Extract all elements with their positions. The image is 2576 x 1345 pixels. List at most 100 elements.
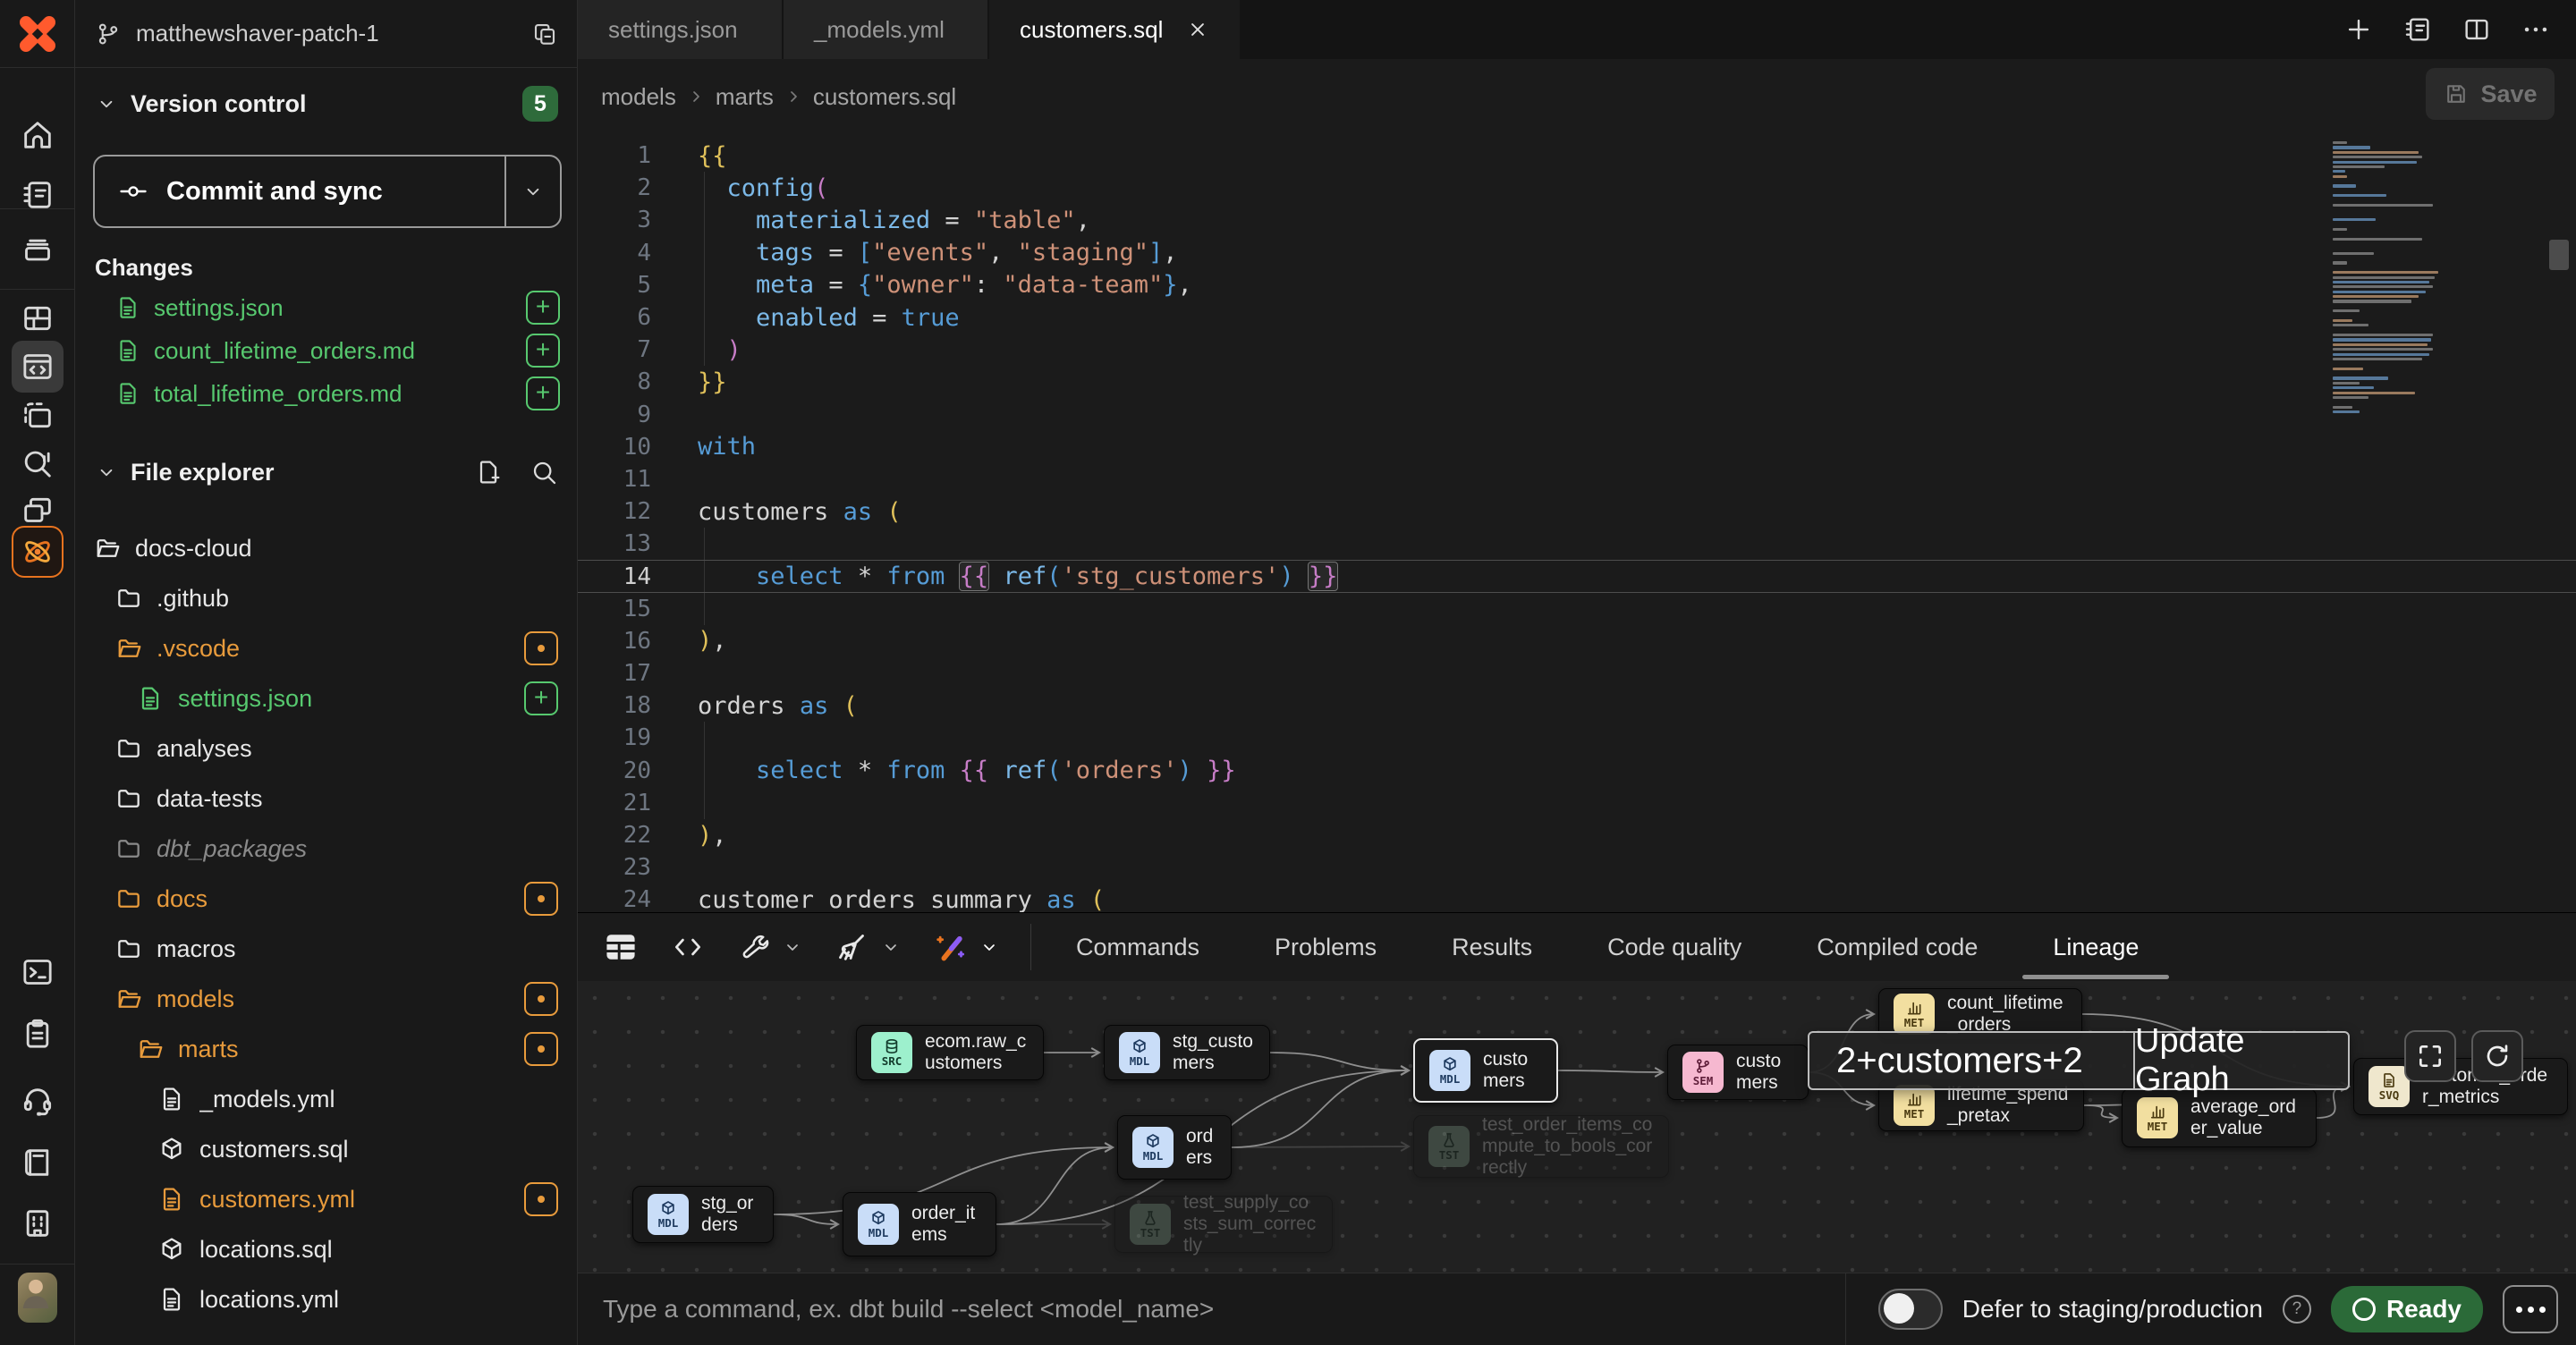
lineage-node-stg_orders[interactable]: MDL stg_orders [632, 1186, 774, 1243]
code-window-icon[interactable] [12, 341, 64, 393]
book-icon[interactable] [18, 1143, 57, 1182]
panel-tab-code-quality[interactable]: Code quality [1570, 913, 1779, 981]
panel-tab-commands[interactable]: Commands [1038, 913, 1237, 981]
panel-tab-compiled-code[interactable]: Compiled code [1779, 913, 2015, 981]
code-icon[interactable] [671, 930, 705, 964]
clipboard-icon[interactable] [18, 1014, 57, 1053]
new-tab-icon[interactable] [2343, 14, 2374, 45]
lineage-selector-input[interactable]: 2+customers+2 [1809, 1033, 2133, 1088]
commit-and-sync-button[interactable]: Commit and sync [93, 155, 562, 228]
table-icon[interactable] [601, 927, 640, 967]
lineage-node-customer_order_metrics[interactable]: SVQ customer_order_metrics [2353, 1058, 2568, 1115]
terminal-icon[interactable] [18, 952, 57, 992]
refresh-graph-button[interactable] [2471, 1030, 2523, 1082]
home-icon[interactable] [18, 115, 57, 155]
tree-item-dbt_packages[interactable]: dbt_packages [75, 824, 578, 874]
tree-item-macros[interactable]: macros [75, 924, 578, 974]
building-icon[interactable] [18, 1204, 57, 1243]
code-line[interactable]: 3 materialized = "table", [578, 204, 2576, 236]
tree-item-docs[interactable]: docs [75, 874, 578, 924]
help-icon[interactable]: ? [2283, 1295, 2311, 1324]
fullscreen-button[interactable] [2404, 1030, 2456, 1082]
panel-tab-lineage[interactable]: Lineage [2015, 913, 2176, 981]
code-line[interactable]: 4 tags = ["events", "staging"], [578, 237, 2576, 269]
code-line[interactable]: 17 [578, 657, 2576, 689]
magic-wand-icon[interactable] [932, 929, 968, 965]
search-icon[interactable] [530, 458, 558, 486]
lineage-node-raw_customers[interactable]: SRC ecom.raw_customers [856, 1025, 1044, 1080]
lineage-node-orders[interactable]: MDL orders [1117, 1115, 1232, 1180]
editor-scrollbar[interactable] [2549, 240, 2569, 270]
code-line[interactable]: 23 [578, 851, 2576, 884]
lineage-node-stg_customers[interactable]: MDL stg_customers [1104, 1025, 1270, 1080]
lineage-node-test_supply[interactable]: TST test_supply_costs_sum_correctly [1114, 1196, 1333, 1253]
tree-item-.vscode[interactable]: .vscode [75, 623, 578, 673]
code-line[interactable]: 18orders as ( [578, 689, 2576, 722]
panel-tab-problems[interactable]: Problems [1237, 913, 1414, 981]
tree-item-locations.sql[interactable]: locations.sql [75, 1224, 578, 1274]
file-explorer-header[interactable]: File explorer [95, 458, 558, 486]
tree-item-locations.yml[interactable]: locations.yml [75, 1274, 578, 1324]
close-icon[interactable] [1186, 18, 1209, 41]
archive-icon[interactable] [18, 231, 57, 270]
defer-toggle[interactable] [1878, 1289, 1943, 1330]
code-line[interactable]: 16), [578, 625, 2576, 657]
code-line[interactable]: 15 [578, 593, 2576, 625]
tree-item-models[interactable]: models [75, 974, 578, 1024]
minimap[interactable] [2333, 141, 2512, 427]
tree-item-customers.yml[interactable]: customers.yml [75, 1174, 578, 1224]
code-line[interactable]: 21 [578, 787, 2576, 819]
lineage-node-customers_sem[interactable]: SEM customers [1667, 1045, 1809, 1100]
lineage-canvas[interactable]: SRC ecom.raw_customers MDL stg_customers… [578, 981, 2576, 1273]
lineage-node-customers_mdl[interactable]: MDL customers [1413, 1038, 1558, 1103]
code-line[interactable]: 1{{ [578, 140, 2576, 172]
tree-item-docs-cloud[interactable]: docs-cloud [75, 523, 578, 573]
lineage-node-test_order_items[interactable]: TST test_order_items_compute_to_bools_co… [1413, 1115, 1669, 1178]
code-line[interactable]: 6 enabled = true [578, 301, 2576, 334]
chevron-down-icon[interactable] [880, 936, 902, 958]
tree-item-data-tests[interactable]: data-tests [75, 774, 578, 824]
windows-icon[interactable] [18, 490, 57, 529]
code-line[interactable]: 7 ) [578, 334, 2576, 366]
grid-icon[interactable] [18, 299, 57, 338]
tree-item-.github[interactable]: .github [75, 573, 578, 623]
atom-icon[interactable] [12, 526, 64, 578]
code-line[interactable]: 19 [578, 722, 2576, 754]
new-file-icon[interactable] [474, 458, 503, 486]
code-line[interactable]: 2 config( [578, 172, 2576, 204]
code-line[interactable]: 13 [578, 528, 2576, 560]
update-graph-button[interactable]: Update Graph [2133, 1033, 2348, 1088]
dashed-frame-icon[interactable] [18, 396, 57, 436]
code-line[interactable]: 5 meta = {"owner": "data-team"}, [578, 269, 2576, 301]
dbt-logo[interactable] [0, 0, 75, 68]
commit-options-dropdown[interactable] [504, 156, 560, 226]
code-line[interactable]: 11 [578, 463, 2576, 495]
code-line[interactable]: 12customers as ( [578, 495, 2576, 528]
chevron-down-icon[interactable] [782, 936, 803, 958]
breadcrumb-segment[interactable]: customers.sql [813, 83, 956, 111]
code-line[interactable]: 22), [578, 819, 2576, 851]
notebook-icon[interactable] [2402, 14, 2433, 45]
user-avatar[interactable] [18, 1278, 57, 1317]
change-item[interactable]: count_lifetime_orders.md + [75, 329, 578, 372]
wrench-icon[interactable] [735, 929, 771, 965]
change-item[interactable]: total_lifetime_orders.md + [75, 372, 578, 415]
more-actions-icon[interactable] [2521, 14, 2551, 45]
tree-item-analyses[interactable]: analyses [75, 723, 578, 774]
headset-icon[interactable] [18, 1080, 57, 1120]
code-editor[interactable]: 1{{2 config(3 materialized = "table",4 t… [578, 134, 2576, 912]
tree-item-customers.sql[interactable]: customers.sql [75, 1124, 578, 1174]
code-line[interactable]: 10with [578, 431, 2576, 463]
version-control-header[interactable]: Version control 5 [95, 86, 558, 122]
branch-selector[interactable]: matthewshaver-patch-1 [75, 0, 578, 68]
code-line[interactable]: 20 select * from {{ ref('orders') }} [578, 755, 2576, 787]
chevron-down-icon[interactable] [979, 936, 1000, 958]
tab-settings.json[interactable]: settings.json [578, 0, 784, 59]
code-line[interactable]: 14 select * from {{ ref('stg_customers')… [578, 560, 2576, 592]
status-badge[interactable]: Ready [2331, 1286, 2483, 1332]
panel-tab-results[interactable]: Results [1414, 913, 1570, 981]
code-line[interactable]: 8}} [578, 366, 2576, 398]
tree-item-settings.json[interactable]: settings.json+ [75, 673, 578, 723]
tree-item-_models.yml[interactable]: _models.yml [75, 1074, 578, 1124]
command-input[interactable]: Type a command, ex. dbt build --select <… [578, 1295, 1845, 1324]
